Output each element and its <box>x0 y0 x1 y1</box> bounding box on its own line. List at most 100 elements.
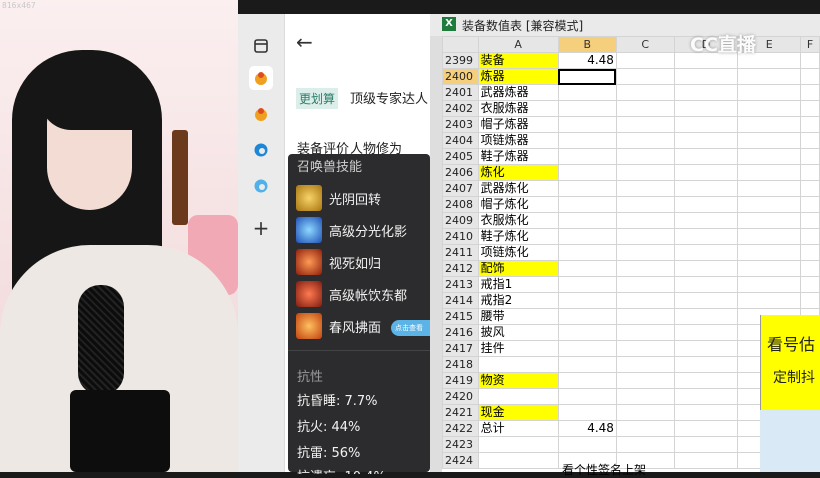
row-number[interactable]: 2414 <box>442 292 479 309</box>
row-number[interactable]: 2423 <box>442 436 479 453</box>
cell-a[interactable]: 现金 <box>477 404 559 421</box>
empty-cell[interactable] <box>800 116 820 133</box>
empty-cell[interactable] <box>800 260 820 277</box>
row-number[interactable]: 2405 <box>442 148 479 165</box>
cell-b[interactable] <box>557 164 617 181</box>
cell-a[interactable]: 衣服炼化 <box>477 212 559 229</box>
empty-cell[interactable] <box>673 388 739 405</box>
cell-a[interactable]: 戒指1 <box>477 276 559 293</box>
cell-b[interactable] <box>557 276 617 293</box>
empty-cell[interactable] <box>673 324 739 341</box>
cell-b[interactable] <box>557 260 617 277</box>
empty-cell[interactable] <box>800 212 820 229</box>
skill-item[interactable]: 春风拂面 <box>296 312 381 340</box>
cell-b[interactable] <box>557 372 617 389</box>
cell-a[interactable]: 鞋子炼化 <box>477 228 559 245</box>
empty-cell[interactable] <box>673 180 739 197</box>
empty-cell[interactable] <box>673 372 739 389</box>
empty-cell[interactable] <box>615 244 675 261</box>
cell-b[interactable] <box>557 388 617 405</box>
empty-cell[interactable] <box>615 340 675 357</box>
row-number[interactable]: 2407 <box>442 180 479 197</box>
empty-cell[interactable] <box>615 180 675 197</box>
empty-cell[interactable] <box>673 436 739 453</box>
cell-a[interactable]: 项链炼器 <box>477 132 559 149</box>
empty-cell[interactable] <box>673 164 739 181</box>
cell-b[interactable] <box>557 292 617 309</box>
cell-a[interactable]: 物资 <box>477 372 559 389</box>
tabs-icon[interactable] <box>249 34 273 58</box>
cell-b[interactable] <box>557 132 617 149</box>
empty-cell[interactable] <box>615 116 675 133</box>
row-number[interactable]: 2415 <box>442 308 479 325</box>
empty-cell[interactable] <box>615 52 675 69</box>
empty-cell[interactable] <box>737 228 802 245</box>
empty-cell[interactable] <box>800 196 820 213</box>
cell-a[interactable]: 炼化 <box>477 164 559 181</box>
cell-a[interactable]: 腰带 <box>477 308 559 325</box>
row-number[interactable]: 2411 <box>442 244 479 261</box>
empty-cell[interactable] <box>800 228 820 245</box>
empty-cell[interactable] <box>737 116 802 133</box>
empty-cell[interactable] <box>673 420 739 437</box>
active-cell[interactable] <box>557 68 617 85</box>
add-icon[interactable]: + <box>249 216 273 240</box>
skill-item[interactable]: 光阴回转 <box>296 184 381 212</box>
empty-cell[interactable] <box>673 260 739 277</box>
empty-cell[interactable] <box>615 164 675 181</box>
cell-b[interactable] <box>557 116 617 133</box>
empty-cell[interactable] <box>800 292 820 309</box>
cell-a[interactable]: 配饰 <box>477 260 559 277</box>
empty-cell[interactable] <box>737 292 802 309</box>
view-chip[interactable]: 点击查看 <box>391 320 430 336</box>
cell-b[interactable] <box>557 244 617 261</box>
cell-b[interactable] <box>557 356 617 373</box>
skill-item[interactable]: 高级分光化影 <box>296 216 407 244</box>
corner-cell[interactable] <box>442 36 479 53</box>
cell-a[interactable]: 装备 <box>477 52 559 69</box>
row-number[interactable]: 2409 <box>442 212 479 229</box>
empty-cell[interactable] <box>615 308 675 325</box>
cell-a[interactable]: 武器炼器 <box>477 84 559 101</box>
cell-a[interactable]: 挂件 <box>477 340 559 357</box>
cell-b[interactable] <box>557 180 617 197</box>
cell-b[interactable] <box>557 148 617 165</box>
empty-cell[interactable] <box>615 260 675 277</box>
empty-cell[interactable] <box>737 148 802 165</box>
column-header[interactable]: C <box>615 36 675 53</box>
cell-b[interactable] <box>557 228 617 245</box>
empty-cell[interactable] <box>673 292 739 309</box>
column-header[interactable]: F <box>800 36 820 53</box>
row-number[interactable]: 2421 <box>442 404 479 421</box>
cell-a[interactable]: 鞋子炼器 <box>477 148 559 165</box>
skill-item[interactable]: 高级帐饮东都 <box>296 280 407 308</box>
row-number[interactable]: 2418 <box>442 356 479 373</box>
row-number[interactable]: 2401 <box>442 84 479 101</box>
empty-cell[interactable] <box>737 244 802 261</box>
row-number[interactable]: 2399 <box>442 52 479 69</box>
empty-cell[interactable] <box>673 212 739 229</box>
empty-cell[interactable] <box>615 68 675 85</box>
empty-cell[interactable] <box>737 276 802 293</box>
cell-b[interactable] <box>557 436 617 453</box>
cell-a[interactable]: 炼器 <box>477 68 559 85</box>
back-arrow-icon[interactable]: ← <box>296 30 313 54</box>
empty-cell[interactable] <box>800 244 820 261</box>
empty-cell[interactable] <box>800 52 820 69</box>
empty-cell[interactable] <box>673 308 739 325</box>
column-header[interactable]: B <box>557 36 617 53</box>
empty-cell[interactable] <box>737 164 802 181</box>
row-number[interactable]: 2402 <box>442 100 479 117</box>
cell-b[interactable] <box>557 212 617 229</box>
empty-cell[interactable] <box>673 196 739 213</box>
empty-cell[interactable] <box>800 148 820 165</box>
empty-cell[interactable] <box>615 356 675 373</box>
row-number[interactable]: 2420 <box>442 388 479 405</box>
empty-cell[interactable] <box>615 436 675 453</box>
cell-b[interactable] <box>557 308 617 325</box>
empty-cell[interactable] <box>615 196 675 213</box>
empty-cell[interactable] <box>800 132 820 149</box>
row-number[interactable]: 2408 <box>442 196 479 213</box>
cell-a[interactable]: 帽子炼化 <box>477 196 559 213</box>
game-app-icon[interactable] <box>249 66 273 90</box>
